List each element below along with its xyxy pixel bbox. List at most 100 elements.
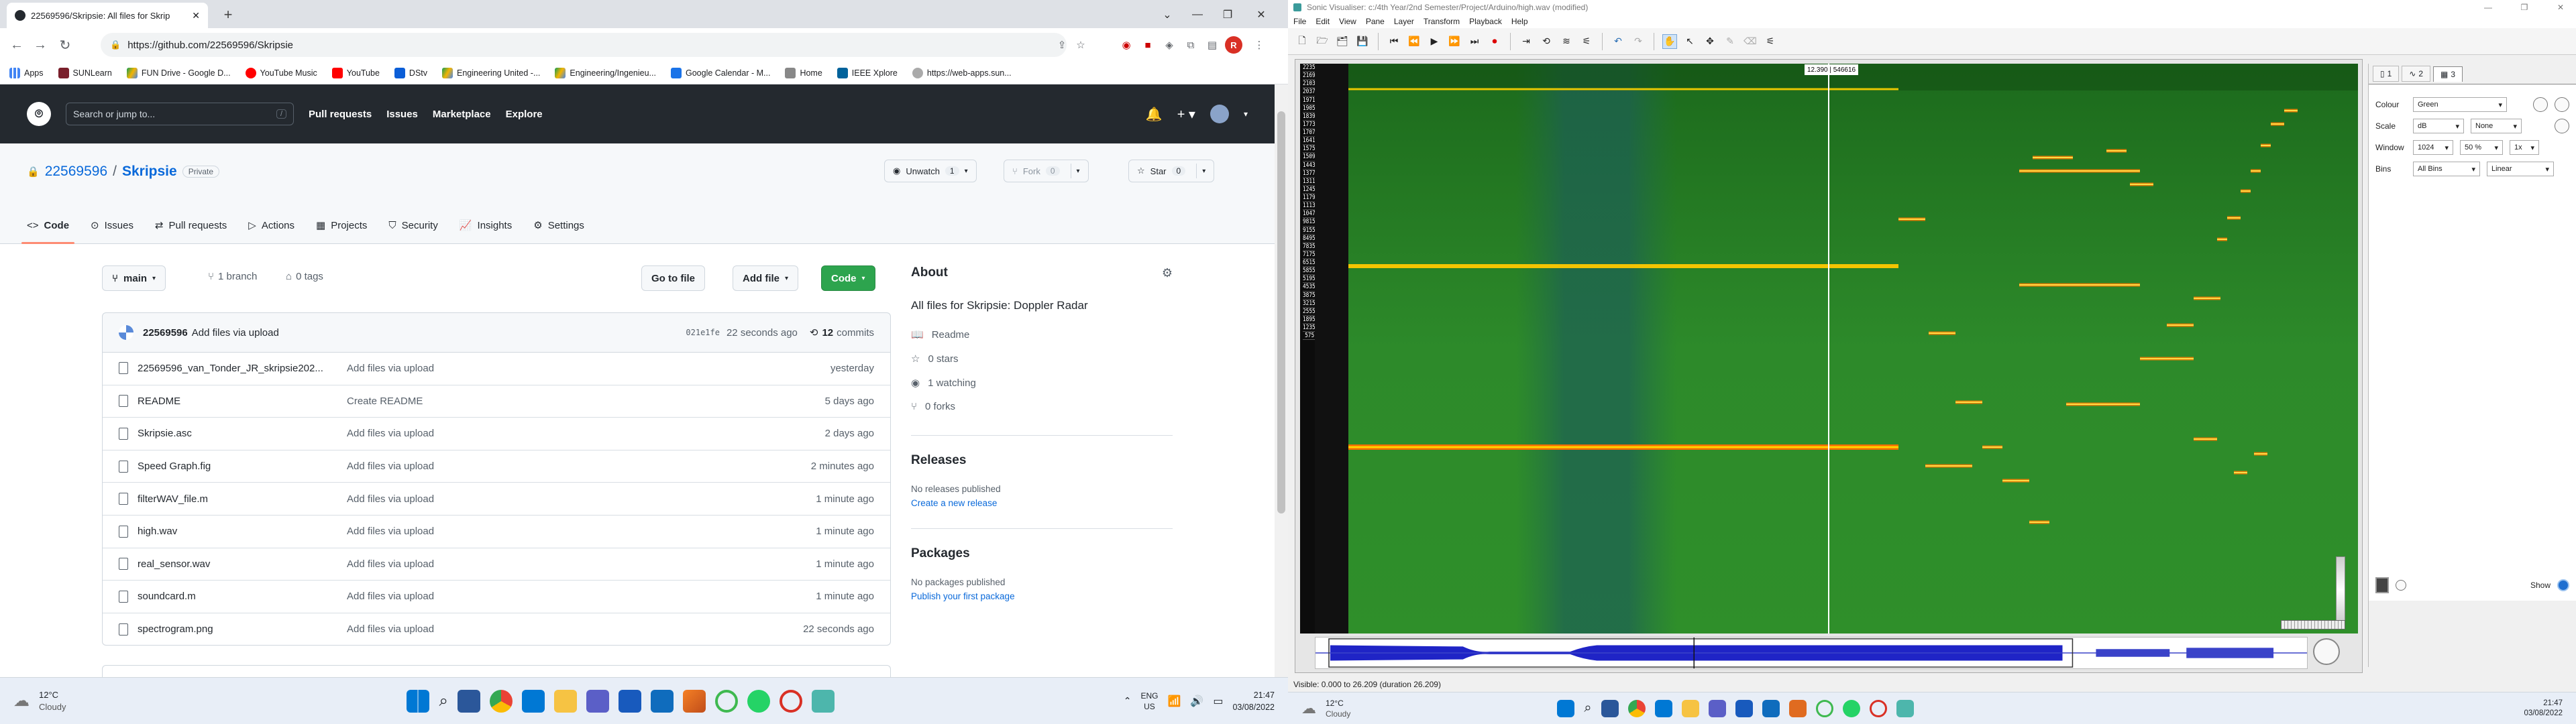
chrome-app-icon[interactable] (489, 689, 513, 713)
profile-avatar[interactable]: R (1225, 36, 1242, 54)
bookmark-home[interactable]: Home (785, 67, 822, 78)
file-name[interactable]: soundcard.m (119, 590, 347, 603)
align-icon[interactable]: ⚟ (1579, 34, 1594, 49)
star-button[interactable]: ☆ Star 0 ▾ (1128, 160, 1215, 182)
matlab-app-icon[interactable] (682, 689, 706, 713)
bookmark-google-drive[interactable]: FUN Drive - Google D... (126, 67, 231, 78)
oversampling-select[interactable]: 1x ▾ (2510, 140, 2539, 155)
reload-icon[interactable]: ↻ (55, 35, 75, 55)
bookmark-web-apps[interactable]: https://web-apps.sun... (912, 67, 1012, 78)
language-indicator[interactable]: ENG US (1140, 690, 1158, 712)
file-commit-message[interactable]: Create README (347, 396, 740, 407)
window-size-select[interactable]: 1024 ▾ (2413, 140, 2453, 155)
tab-search-icon[interactable]: ⌄ (1154, 5, 1181, 24)
forward-end-icon[interactable]: ⏭ (1467, 34, 1482, 49)
menu-edit[interactable]: Edit (1316, 17, 1330, 26)
taskbar-search-icon[interactable]: ⌕ (439, 692, 447, 711)
maximize-icon[interactable]: ❐ (1214, 5, 1241, 24)
green-circle-app-icon[interactable] (714, 689, 738, 713)
word-app-icon[interactable] (457, 689, 480, 713)
extensions-puzzle-icon[interactable]: ⧉ (1183, 38, 1198, 52)
show-toggle-icon[interactable] (2557, 579, 2569, 591)
menu-help[interactable]: Help (1511, 17, 1528, 26)
prop-tab-3[interactable]: ▦ 3 (2433, 66, 2463, 82)
weather-widget[interactable]: 12°C Cloudy (1326, 698, 1350, 719)
solo-icon[interactable]: ≋ (1559, 34, 1574, 49)
tab-issues[interactable]: ⊙ Issues (91, 210, 133, 240)
page-scrollbar[interactable] (1275, 84, 1288, 677)
undo-icon[interactable]: ↶ (1611, 34, 1625, 49)
play-icon[interactable]: ▶ (1427, 34, 1442, 49)
outlook-app-icon[interactable] (1654, 699, 1672, 717)
teams-app-icon[interactable] (586, 689, 609, 713)
teams-app-icon[interactable] (1708, 699, 1726, 717)
browser-tab[interactable]: 22569596/Skripsie: All files for Skrip ✕ (7, 3, 208, 28)
minimize-icon[interactable]: — (1184, 5, 1211, 24)
rewind-icon[interactable]: ⏪ (1407, 34, 1421, 49)
open-icon[interactable]: 🗁 (1315, 34, 1330, 49)
tab-settings[interactable]: ⚙ Settings (533, 210, 584, 240)
side-panel-icon[interactable]: ▤ (1205, 38, 1220, 52)
share-icon[interactable]: ⇪ (1055, 38, 1069, 52)
about-settings-gear-icon[interactable]: ⚙ (1162, 266, 1173, 280)
colour-select[interactable]: Green ▾ (2413, 97, 2507, 112)
menu-transform[interactable]: Transform (1424, 17, 1460, 26)
bookmark-dstv[interactable]: DStv (394, 67, 427, 78)
scale-select[interactable]: dB ▾ (2413, 119, 2464, 133)
tab-actions[interactable]: ▷ Actions (248, 210, 294, 240)
extension-1-icon[interactable]: ◉ (1119, 38, 1134, 52)
sv-close-icon[interactable]: ✕ (2545, 3, 2576, 12)
file-name[interactable]: README (119, 395, 347, 408)
menu-layer[interactable]: Layer (1394, 17, 1414, 26)
close-tab-icon[interactable]: ✕ (192, 10, 200, 21)
about-forks[interactable]: ⑂ 0 forks (911, 401, 1173, 412)
tab-pull-requests[interactable]: ⇄ Pull requests (155, 210, 227, 240)
menu-file[interactable]: File (1293, 17, 1306, 26)
outlook-app-2-icon[interactable] (1762, 699, 1780, 717)
prop-tab-1[interactable]: ▯ 1 (2373, 66, 2400, 82)
whatsapp-app-icon[interactable] (1842, 699, 1860, 717)
nav-explore[interactable]: Explore (506, 109, 543, 120)
releases-heading[interactable]: Releases (911, 453, 1173, 468)
word-app-icon[interactable] (1601, 699, 1619, 717)
erase-tool-icon[interactable]: ⌫ (1743, 34, 1758, 49)
battery-icon[interactable]: ▭ (1213, 695, 1223, 708)
bookmark-engineering-united[interactable]: Engineering United -... (442, 67, 540, 78)
fast-forward-icon[interactable]: ⏩ (1447, 34, 1462, 49)
threshold-knob[interactable] (2555, 119, 2569, 133)
user-avatar[interactable] (1210, 105, 1229, 123)
create-release-link[interactable]: Create a new release (911, 498, 1173, 508)
file-name[interactable]: high.wav (119, 525, 347, 538)
commit-hash[interactable]: 021e1fe (686, 328, 720, 337)
sonic-visualiser-app-icon[interactable] (811, 689, 835, 713)
rewind-start-icon[interactable]: ⏮ (1387, 34, 1401, 49)
menu-pane[interactable]: Pane (1366, 17, 1385, 26)
volume-icon[interactable]: 🔊 (1190, 695, 1203, 708)
frequency-scale-select[interactable]: Linear ▾ (2487, 162, 2554, 176)
forward-icon[interactable]: → (30, 35, 50, 55)
tags-link[interactable]: ⌂ 0 tags (286, 271, 323, 282)
prop-tab-2[interactable]: ∿ 2 (2402, 66, 2431, 82)
start-windows-icon[interactable] (407, 689, 430, 713)
pdf-extension-icon[interactable]: ■ (1140, 38, 1155, 52)
tab-code[interactable]: <> Code (21, 210, 75, 244)
publish-package-link[interactable]: Publish your first package (911, 591, 1173, 601)
word-app-2-icon[interactable] (618, 689, 641, 713)
waveform-overview[interactable] (1315, 637, 2308, 669)
create-new-icon[interactable]: + ▾ (1177, 106, 1195, 123)
file-name[interactable]: real_sensor.wav (119, 558, 347, 570)
sv-maximize-icon[interactable]: ❐ (2509, 3, 2540, 12)
file-name[interactable]: spectrogram.png (119, 623, 347, 636)
bookmark-sunlearn[interactable]: SUNLearn (58, 67, 112, 78)
red-clock-app-icon[interactable] (1869, 699, 1887, 717)
layer-play-knob[interactable] (2396, 580, 2406, 591)
vertical-zoom-thumbwheel[interactable] (2336, 556, 2345, 623)
move-tool-icon[interactable]: ✥ (1703, 34, 1717, 49)
file-commit-message[interactable]: Add files via upload (347, 461, 740, 472)
redo-icon[interactable]: ↷ (1631, 34, 1646, 49)
chrome-menu-icon[interactable]: ⋮ (1252, 38, 1267, 52)
weather-cloud-icon[interactable]: ☁ (13, 691, 30, 711)
file-commit-message[interactable]: Add files via upload (347, 591, 740, 602)
menu-playback[interactable]: Playback (1469, 17, 1502, 26)
branch-selector[interactable]: ⑂ main ▾ (102, 265, 166, 291)
